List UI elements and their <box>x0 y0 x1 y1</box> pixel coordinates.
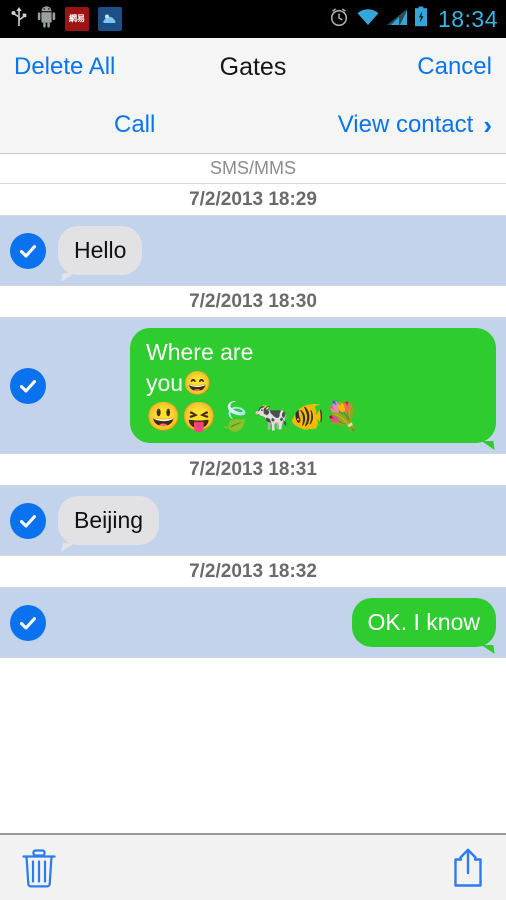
status-bar-left-icons: 網易 <box>10 5 122 34</box>
usb-icon <box>10 5 28 34</box>
message-emoji-row: 😃😝🍃🐄🐠💐 <box>146 401 362 433</box>
wifi-icon <box>356 7 380 32</box>
timestamp-divider: 7/2/2013 18:30 <box>0 286 506 319</box>
message-checkbox-checked[interactable] <box>10 367 46 404</box>
contact-action-bar: Call View contact › <box>0 96 506 154</box>
call-button[interactable]: Call <box>114 111 155 139</box>
cancel-button[interactable]: Cancel <box>417 53 492 81</box>
message-checkbox-checked[interactable] <box>10 502 46 539</box>
message-bubble-outgoing[interactable]: OK. I know <box>351 598 496 648</box>
timestamp-divider: 7/2/2013 18:31 <box>0 454 506 487</box>
message-checkbox-checked[interactable] <box>10 604 46 641</box>
timestamp-label: 7/2/2013 18:32 <box>189 560 317 582</box>
netease-app-icon: 網易 <box>65 7 89 31</box>
bubble-align-left: Beijing <box>58 496 496 546</box>
status-bar: 網易 18:34 <box>0 0 506 38</box>
share-icon <box>450 848 486 893</box>
trash-icon <box>20 848 58 893</box>
thread-type-label: SMS/MMS <box>209 158 296 178</box>
message-text: OK. I know <box>367 609 480 636</box>
message-row[interactable]: Hello <box>0 216 506 287</box>
thread-type-header: SMS/MMS <box>0 154 506 184</box>
message-bubble-incoming[interactable]: Beijing <box>58 496 160 546</box>
messaging-app-screen: 網易 18:34 Delete All Gates Cancel Call Vi… <box>0 0 506 900</box>
timestamp-divider: 7/2/2013 18:32 <box>0 556 506 589</box>
battery-charging-icon <box>414 6 428 32</box>
message-bubble-incoming[interactable]: Hello <box>58 226 143 276</box>
view-contact-group[interactable]: View contact › <box>338 111 492 139</box>
bubble-align-right: Where are you😄 😃😝🍃🐄🐠💐 <box>58 328 496 444</box>
timestamp-divider: 7/2/2013 18:29 <box>0 184 506 216</box>
blue-app-icon <box>98 7 122 31</box>
status-bar-right-icons: 18:34 <box>328 6 498 33</box>
top-action-bar: Delete All Gates Cancel <box>0 38 506 96</box>
bubble-align-left: Hello <box>58 226 496 276</box>
message-row[interactable]: OK. I know <box>0 588 506 659</box>
timestamp-label: 7/2/2013 18:29 <box>189 188 317 210</box>
timestamp-label: 7/2/2013 18:31 <box>189 458 317 480</box>
chevron-right-icon: › <box>483 109 492 140</box>
view-contact-button[interactable]: View contact <box>338 111 474 139</box>
message-row[interactable]: Beijing <box>0 486 506 557</box>
status-bar-clock: 18:34 <box>437 5 498 32</box>
delete-button[interactable] <box>18 844 60 892</box>
message-checkbox-checked[interactable] <box>10 232 46 269</box>
timestamp-label: 7/2/2013 18:30 <box>189 290 317 312</box>
message-thread[interactable]: SMS/MMS 7/2/2013 18:29 Hello 7/2/2013 18… <box>0 154 506 833</box>
bubble-align-right: OK. I know <box>58 598 496 648</box>
signal-icon <box>386 7 408 32</box>
message-text-line-2: you😄 <box>146 370 212 397</box>
bottom-toolbar <box>0 833 506 900</box>
message-text-line-1: Where are <box>146 339 254 366</box>
message-text: Beijing <box>74 507 144 534</box>
thread-empty-area <box>0 658 506 799</box>
message-bubble-outgoing[interactable]: Where are you😄 😃😝🍃🐄🐠💐 <box>130 328 496 444</box>
message-row[interactable]: Where are you😄 😃😝🍃🐄🐠💐 <box>0 318 506 455</box>
delete-all-button[interactable]: Delete All <box>14 53 115 81</box>
message-text: Hello <box>74 237 127 263</box>
android-icon <box>37 5 56 33</box>
alarm-icon <box>328 6 350 33</box>
share-button[interactable] <box>448 844 488 892</box>
